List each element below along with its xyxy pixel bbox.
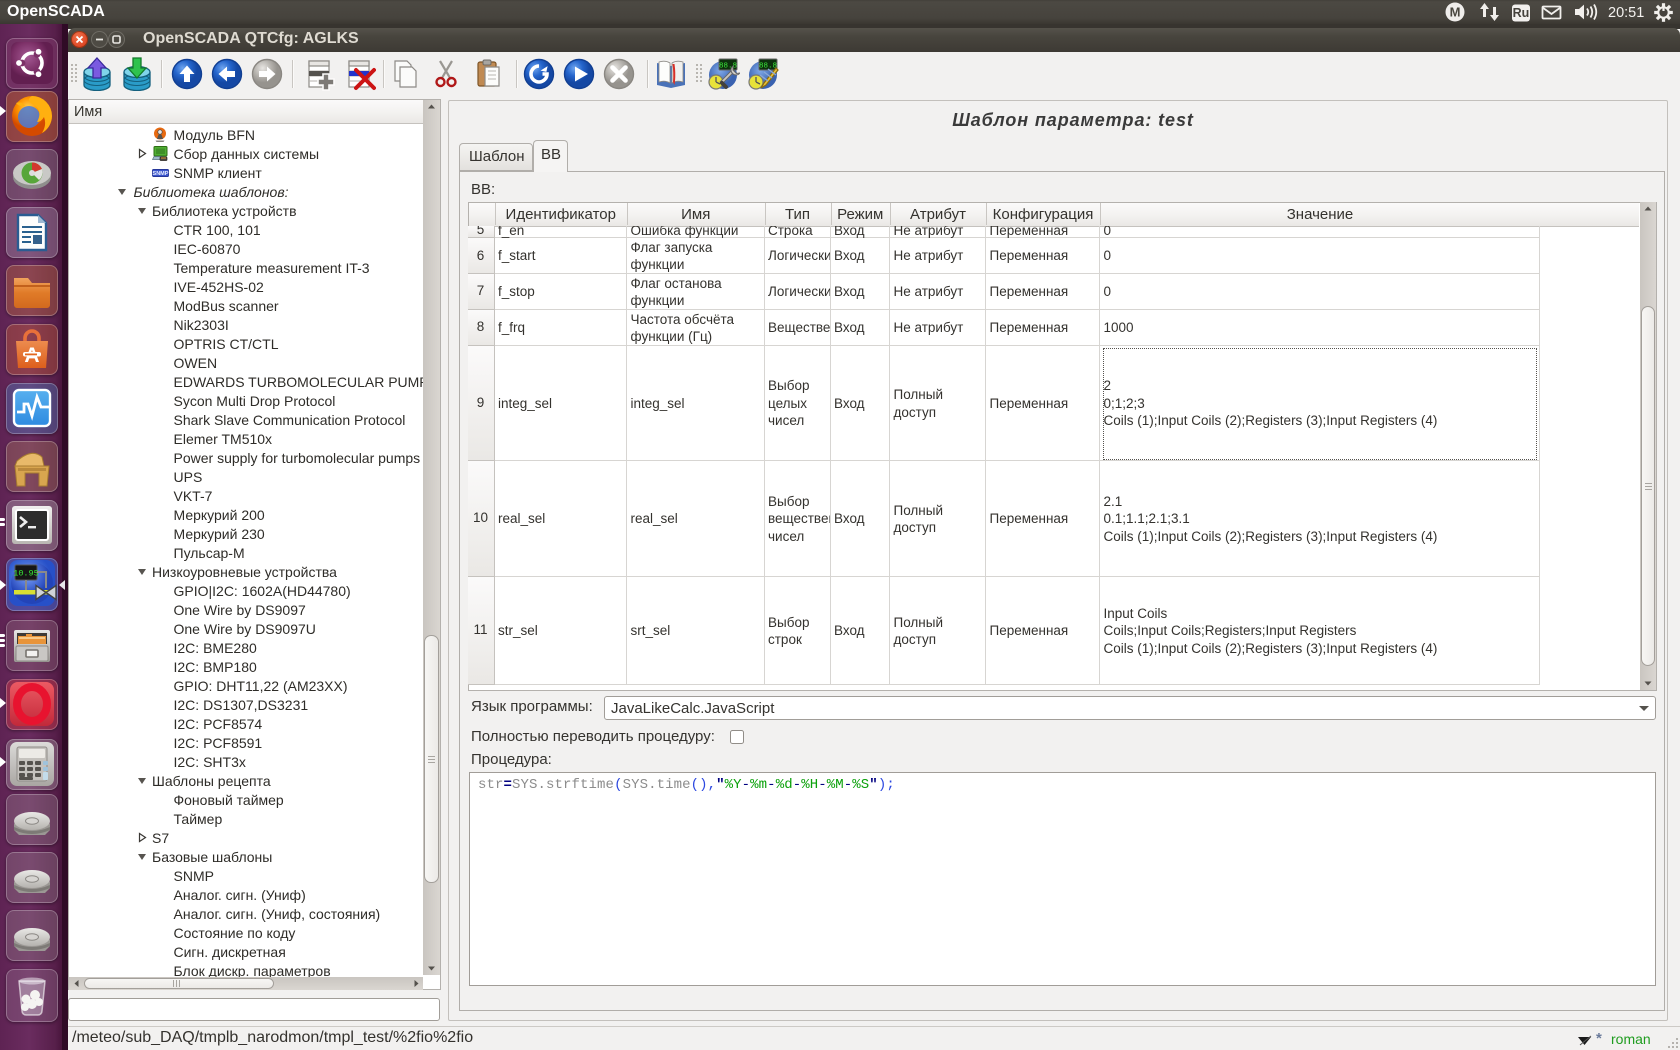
svg-text:10.95: 10.95 (13, 569, 39, 579)
svg-text:20:51: 20:51 (1608, 5, 1644, 21)
svg-text:88.8: 88.8 (719, 63, 737, 71)
svg-text:M: M (1450, 5, 1461, 20)
svg-text:SNMP: SNMP (153, 171, 169, 177)
svg-text:Ru: Ru (1513, 6, 1530, 20)
